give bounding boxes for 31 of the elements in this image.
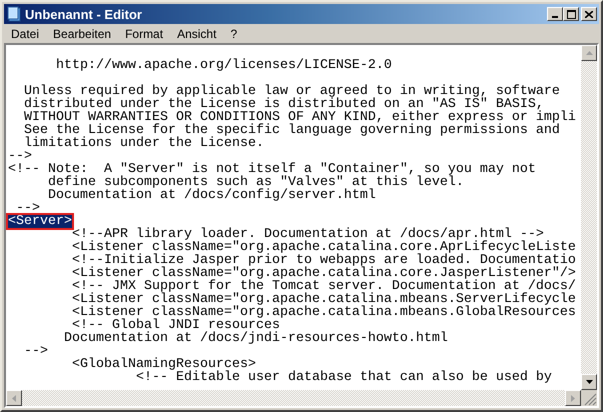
close-icon [585, 10, 593, 18]
menu-item[interactable]: ? [223, 26, 244, 42]
menu-item[interactable]: Ansicht [170, 26, 224, 42]
code-line: <!-- Editable user database that can also be used by [134, 370, 553, 386]
menu-item[interactable]: Format [118, 26, 170, 42]
horizontal-scrollbar[interactable] [6, 390, 581, 406]
down-arrow-icon [586, 380, 592, 384]
right-arrow-icon [571, 394, 575, 402]
scroll-right-button[interactable] [565, 390, 581, 406]
window-title: Unbenannt - Editor [25, 6, 143, 22]
code-line: Documentation at /docs/config/server.html [47, 188, 377, 204]
code-line: limitations under the License. [23, 136, 265, 151]
menu-item[interactable]: Datei [4, 26, 46, 42]
vertical-scrollbar[interactable] [581, 45, 597, 390]
scroll-down-button[interactable] [581, 374, 597, 390]
code-line: Documentation at /docs/jndi-resources-howto.html [63, 330, 449, 347]
maximize-button[interactable] [563, 7, 579, 21]
code-line: http://www.apache.org/licenses/LICENSE-2.0 [55, 57, 393, 74]
close-button[interactable] [581, 7, 597, 21]
code-line: --> [7, 148, 32, 164]
left-arrow-icon [12, 394, 16, 402]
size-grip-icon[interactable] [581, 390, 597, 406]
minimize-button[interactable] [547, 7, 563, 21]
code-line: --> [16, 200, 40, 216]
scroll-up-button[interactable] [581, 45, 597, 61]
scroll-left-button[interactable] [6, 390, 22, 406]
code-line: --> [23, 343, 49, 360]
up-arrow-icon [586, 51, 592, 55]
notepad-icon [6, 6, 22, 22]
maximize-icon [566, 10, 576, 18]
menu-item[interactable]: Bearbeiten [46, 26, 118, 42]
